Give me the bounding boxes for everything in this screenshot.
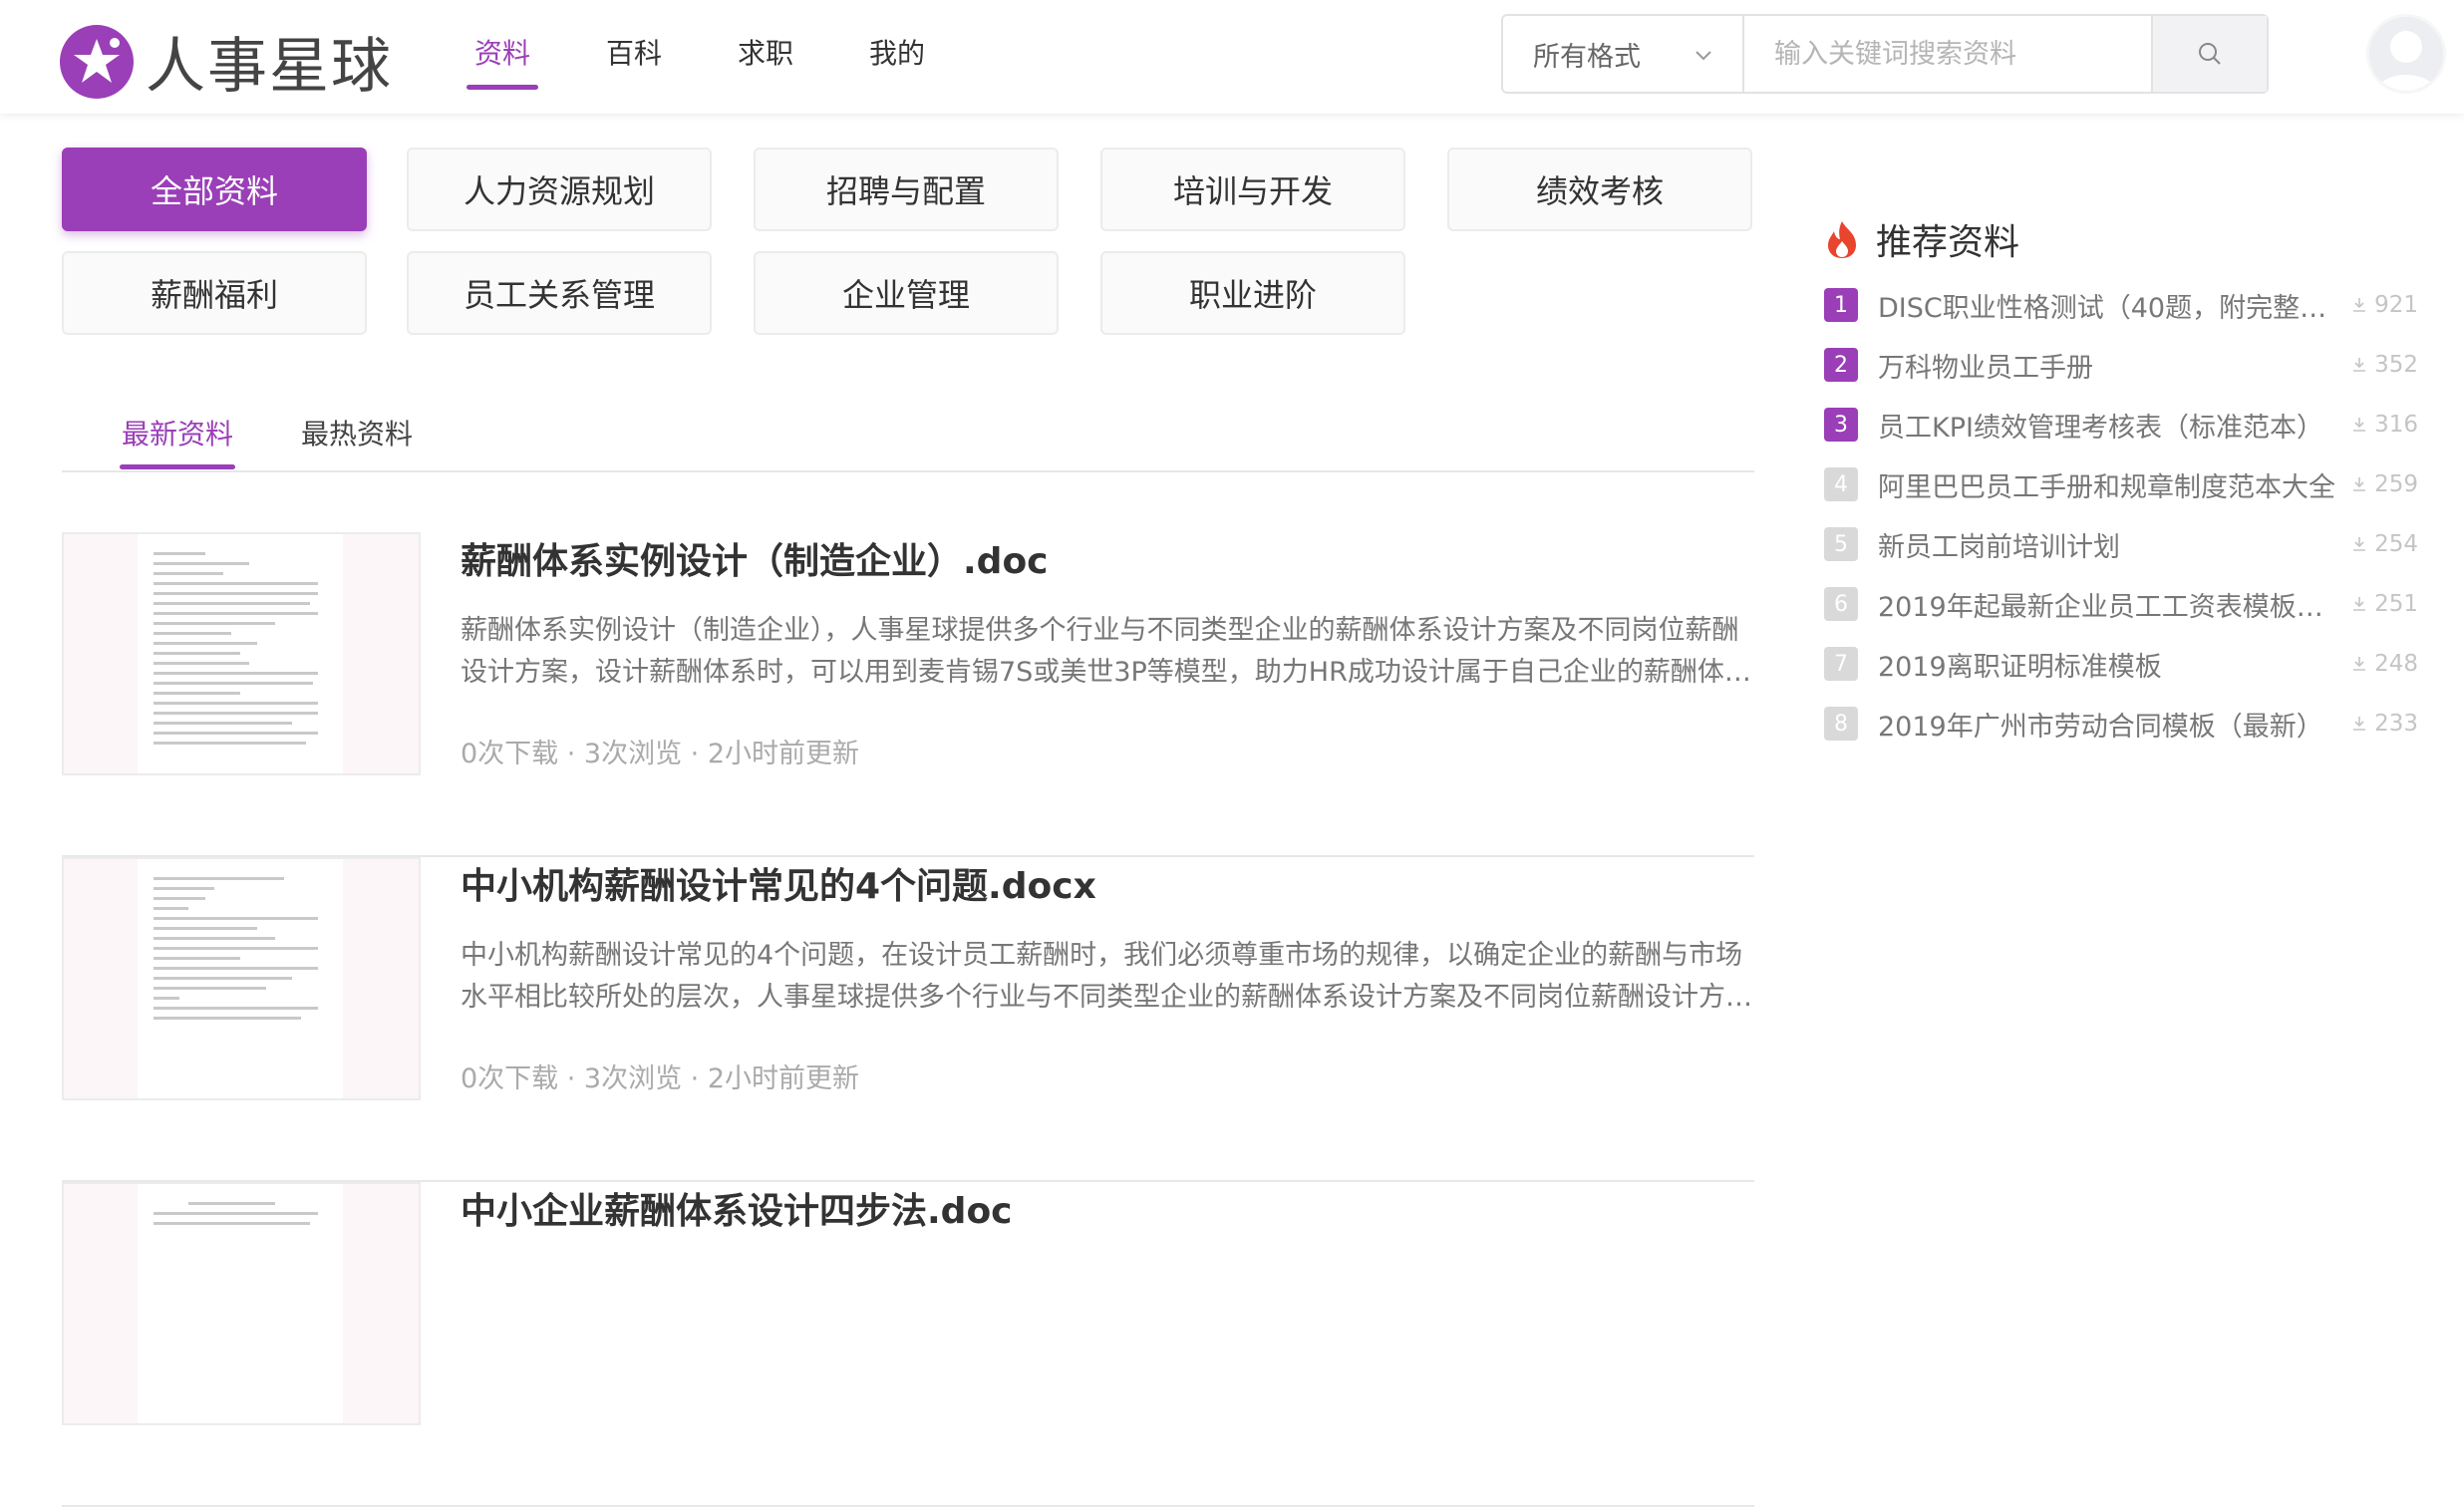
category-career[interactable]: 职业进阶	[1100, 251, 1405, 335]
recommended-item-title[interactable]: 阿里巴巴员工手册和规章制度范本大全	[1878, 465, 2336, 504]
recommended-item[interactable]: 5 新员工岗前培训计划 254	[1824, 514, 2418, 574]
document-description: 薪酬体系实例设计（制造企业），人事星球提供多个行业与不同类型企业的薪酬体系设计方…	[461, 615, 1739, 688]
download-count-value: 233	[2374, 711, 2418, 737]
nav-item-wiki[interactable]: 百科	[598, 0, 670, 114]
user-avatar[interactable]	[2366, 14, 2446, 94]
tab-latest[interactable]: 最新资料	[119, 413, 236, 469]
category-management[interactable]: 企业管理	[754, 251, 1059, 335]
document-item[interactable]: 中小机构薪酬设计常见的4个问题.docx 中小机构薪酬设计常见的4个问题，在设计…	[62, 857, 1754, 1182]
search-button[interactable]	[2151, 16, 2267, 92]
format-select-value: 所有格式	[1533, 41, 1641, 73]
recommended-title: 推荐资料	[1876, 222, 2020, 263]
recommended-item-title[interactable]: 新员工岗前培训计划	[1878, 525, 2336, 564]
document-meta: 0次下载 · 3次浏览 · 2小时前更新	[461, 1063, 860, 1094]
rank-badge: 3	[1824, 408, 1858, 442]
recommended-item-title[interactable]: 2019年广州市劳动合同模板（最新）	[1878, 705, 2336, 744]
download-count: 259	[2350, 471, 2418, 497]
chevron-down-icon	[1695, 51, 1711, 61]
download-count-value: 921	[2374, 292, 2418, 318]
download-count: 251	[2350, 591, 2418, 617]
download-count: 921	[2350, 292, 2418, 318]
download-count-value: 259	[2374, 471, 2418, 497]
planet-star-icon	[60, 24, 134, 99]
recommended-item[interactable]: 4 阿里巴巴员工手册和规章制度范本大全 259	[1824, 454, 2418, 514]
category-employee-relations[interactable]: 员工关系管理	[407, 251, 712, 335]
recommended-item-title[interactable]: 2019年起最新企业员工工资表模板大全	[1878, 585, 2336, 624]
format-select[interactable]: 所有格式	[1503, 16, 1744, 92]
download-count: 316	[2350, 412, 2418, 438]
search-input[interactable]	[1744, 16, 2151, 92]
main-nav: 资料 百科 求职 我的	[466, 0, 993, 114]
document-title[interactable]: 中小企业薪酬体系设计四步法.doc	[461, 1182, 1013, 1234]
rank-badge: 5	[1824, 527, 1858, 561]
download-icon	[2353, 358, 2366, 372]
tab-hot[interactable]: 最热资料	[301, 413, 413, 452]
download-icon	[2353, 418, 2366, 432]
recommended-item-title[interactable]: 万科物业员工手册	[1878, 346, 2336, 385]
recommended-item-title[interactable]: 2019离职证明标准模板	[1878, 645, 2336, 684]
recommended-item[interactable]: 7 2019离职证明标准模板 248	[1824, 634, 2418, 694]
download-icon	[2353, 717, 2366, 731]
nav-item-materials[interactable]: 资料	[466, 0, 539, 114]
recommended-item[interactable]: 3 员工KPI绩效管理考核表（标准范本） 316	[1824, 395, 2418, 454]
nav-item-mine[interactable]: 我的	[861, 0, 933, 114]
recommended-heading: 推荐资料	[1824, 213, 2019, 265]
download-count: 352	[2350, 352, 2418, 378]
user-icon	[2376, 31, 2436, 91]
document-thumbnail[interactable]	[62, 1182, 421, 1425]
category-performance[interactable]: 绩效考核	[1447, 148, 1752, 231]
download-count: 248	[2350, 651, 2418, 677]
category-compensation[interactable]: 薪酬福利	[62, 251, 367, 335]
download-count-value: 316	[2374, 412, 2418, 438]
recommended-list: 1 DISC职业性格测试（40题，附完整答案） 921 2 万科物业员工手册 3…	[1824, 275, 2418, 754]
download-icon	[2353, 477, 2366, 491]
recommended-item[interactable]: 8 2019年广州市劳动合同模板（最新） 233	[1824, 694, 2418, 754]
category-all[interactable]: 全部资料	[62, 148, 367, 231]
document-thumbnail[interactable]	[62, 532, 421, 775]
category-training[interactable]: 培训与开发	[1100, 148, 1405, 231]
document-page-preview	[138, 859, 343, 1098]
download-count: 233	[2350, 711, 2418, 737]
download-icon	[2353, 298, 2366, 312]
download-count-value: 248	[2374, 651, 2418, 677]
document-description: 中小机构薪酬设计常见的4个问题，在设计员工薪酬时，我们必须尊重市场的规律，以确定…	[461, 940, 1743, 1013]
recommended-item[interactable]: 1 DISC职业性格测试（40题，附完整答案） 921	[1824, 275, 2418, 335]
download-count-value: 352	[2374, 352, 2418, 378]
recommended-item-title[interactable]: DISC职业性格测试（40题，附完整答案）	[1878, 286, 2336, 325]
download-count-value: 254	[2374, 531, 2418, 557]
rank-badge: 7	[1824, 647, 1858, 681]
document-meta: 0次下载 · 3次浏览 · 2小时前更新	[461, 739, 860, 769]
nav-item-jobs[interactable]: 求职	[730, 0, 801, 114]
rank-badge: 1	[1824, 288, 1858, 322]
document-item[interactable]: 薪酬体系实例设计（制造企业）.doc 薪酬体系实例设计（制造企业），人事星球提供…	[62, 532, 1754, 857]
category-recruitment[interactable]: 招聘与配置	[754, 148, 1059, 231]
download-count-value: 251	[2374, 591, 2418, 617]
document-item[interactable]: 中小企业薪酬体系设计四步法.doc	[62, 1182, 1754, 1507]
recommended-item[interactable]: 2 万科物业员工手册 352	[1824, 335, 2418, 395]
download-icon	[2353, 597, 2366, 611]
rank-badge: 8	[1824, 707, 1858, 741]
download-count: 254	[2350, 531, 2418, 557]
document-title[interactable]: 薪酬体系实例设计（制造企业）.doc	[461, 532, 1049, 584]
document-title[interactable]: 中小机构薪酬设计常见的4个问题.docx	[461, 857, 1096, 909]
search-bar: 所有格式	[1501, 14, 2269, 94]
search-icon	[2199, 43, 2221, 65]
rank-badge: 4	[1824, 467, 1858, 501]
document-thumbnail[interactable]	[62, 857, 421, 1100]
download-icon	[2353, 657, 2366, 671]
rank-badge: 6	[1824, 587, 1858, 621]
recommended-item-title[interactable]: 员工KPI绩效管理考核表（标准范本）	[1878, 406, 2336, 445]
download-icon	[2353, 537, 2366, 551]
rank-badge: 2	[1824, 348, 1858, 382]
list-tabs: 最新资料 最热资料	[62, 397, 1754, 472]
brand-name: 人事星球	[146, 32, 393, 102]
category-hr-planning[interactable]: 人力资源规划	[407, 148, 712, 231]
document-page-preview	[138, 534, 343, 773]
recommended-item[interactable]: 6 2019年起最新企业员工工资表模板大全 251	[1824, 574, 2418, 634]
document-page-preview	[138, 1184, 343, 1423]
brand-logo[interactable]: 人事星球	[60, 18, 393, 105]
fire-icon	[1828, 221, 1856, 258]
top-header: 人事星球 资料 百科 求职 我的 所有格式	[0, 0, 2464, 114]
